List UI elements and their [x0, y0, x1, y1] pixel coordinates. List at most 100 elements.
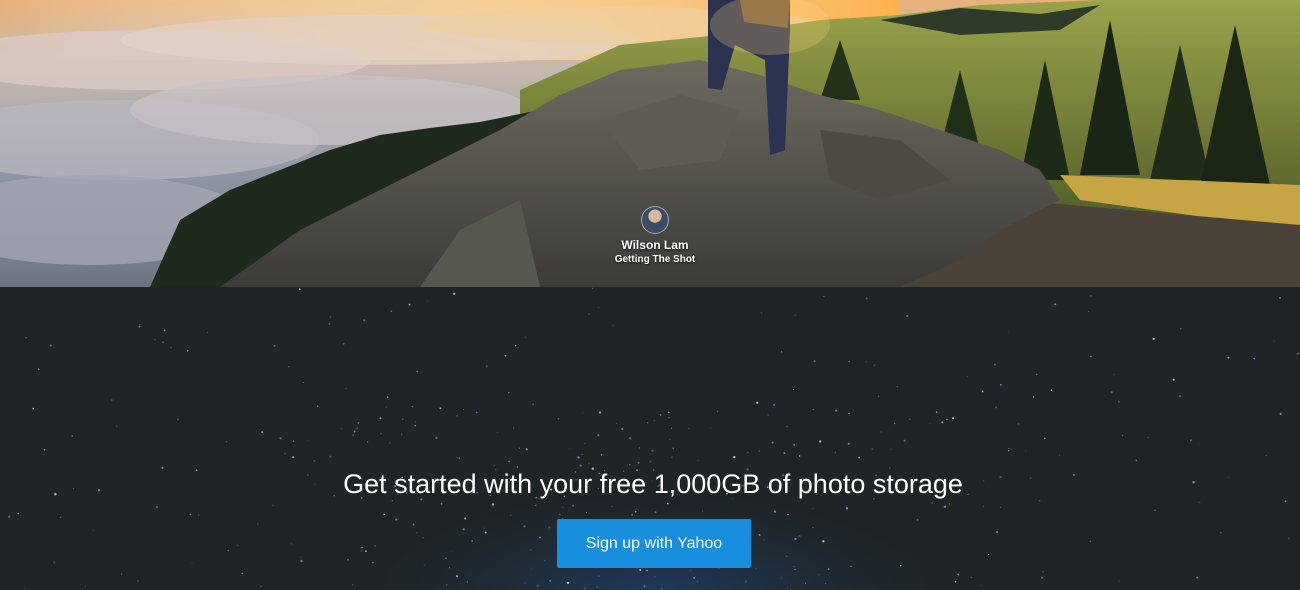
photographer-avatar[interactable]: [641, 206, 669, 234]
star: [1007, 331, 1009, 333]
photo-title[interactable]: Getting The Shot: [590, 253, 720, 267]
star: [510, 514, 512, 516]
star: [1227, 356, 1230, 359]
star: [1090, 355, 1092, 358]
star: [598, 411, 602, 414]
star: [981, 390, 984, 393]
star: [970, 576, 972, 578]
star: [1278, 296, 1282, 300]
star: [450, 551, 452, 553]
star: [372, 561, 374, 564]
star: [524, 582, 526, 584]
star: [1017, 422, 1020, 425]
star: [653, 419, 656, 422]
star: [669, 438, 671, 440]
star: [615, 423, 617, 425]
star: [794, 537, 797, 541]
star: [903, 439, 906, 442]
star: [1179, 395, 1181, 397]
star: [670, 427, 673, 429]
star: [416, 370, 418, 373]
star: [524, 336, 527, 339]
photographer-name[interactable]: Wilson Lam: [590, 238, 720, 253]
star: [786, 425, 788, 428]
signup-with-yahoo-button[interactable]: Sign up with Yahoo: [557, 519, 751, 568]
star: [458, 457, 461, 459]
star: [491, 503, 495, 506]
star: [588, 313, 590, 315]
star: [709, 427, 712, 429]
star: [793, 388, 794, 390]
star: [852, 409, 854, 412]
star: [1196, 576, 1199, 579]
star: [411, 406, 413, 408]
star: [328, 322, 331, 325]
star: [464, 517, 467, 520]
star: [307, 439, 309, 441]
star: [587, 462, 590, 465]
star: [53, 561, 56, 564]
star: [361, 546, 363, 549]
star: [994, 363, 996, 366]
star: [634, 510, 637, 513]
star: [401, 433, 403, 435]
star: [798, 535, 801, 538]
star: [32, 407, 35, 410]
star: [1008, 448, 1010, 450]
star: [153, 338, 156, 341]
star: [890, 448, 893, 451]
star: [272, 504, 275, 507]
star: [756, 401, 759, 404]
star: [670, 456, 673, 459]
star: [357, 422, 360, 424]
star: [581, 453, 583, 455]
star: [484, 531, 487, 534]
star: [818, 573, 820, 576]
star: [871, 448, 874, 451]
signup-section: Get started with your free 1,000GB of ph…: [0, 287, 1300, 590]
star: [298, 288, 301, 291]
star: [1279, 412, 1282, 415]
star: [1041, 576, 1044, 579]
star: [360, 550, 363, 553]
star: [612, 325, 614, 326]
star: [943, 505, 947, 508]
star: [273, 344, 276, 347]
star: [787, 513, 789, 516]
star: [880, 431, 883, 433]
star: [534, 504, 537, 507]
star: [416, 532, 418, 534]
star: [1050, 389, 1053, 392]
star: [1118, 580, 1120, 582]
star: [793, 443, 796, 446]
star: [300, 556, 302, 558]
star: [647, 422, 649, 424]
star: [666, 502, 669, 505]
star: [772, 403, 776, 407]
star: [569, 447, 571, 449]
star: [483, 527, 485, 530]
star: [121, 573, 123, 575]
star: [659, 414, 662, 416]
star: [423, 564, 425, 566]
star: [92, 529, 94, 532]
star: [170, 346, 172, 349]
star: [935, 411, 938, 413]
star: [701, 510, 704, 512]
star: [747, 451, 749, 453]
star: [313, 459, 316, 463]
star: [1253, 357, 1256, 360]
star: [439, 407, 442, 410]
star: [287, 365, 290, 368]
star: [71, 434, 74, 438]
photo-credit[interactable]: Wilson Lam Getting The Shot: [590, 206, 720, 267]
star: [877, 395, 880, 398]
star: [530, 568, 532, 570]
star: [485, 365, 488, 368]
star: [353, 430, 356, 433]
star: [643, 585, 646, 588]
star: [805, 582, 806, 584]
star: [557, 417, 560, 420]
star: [385, 406, 388, 408]
star: [395, 518, 398, 521]
